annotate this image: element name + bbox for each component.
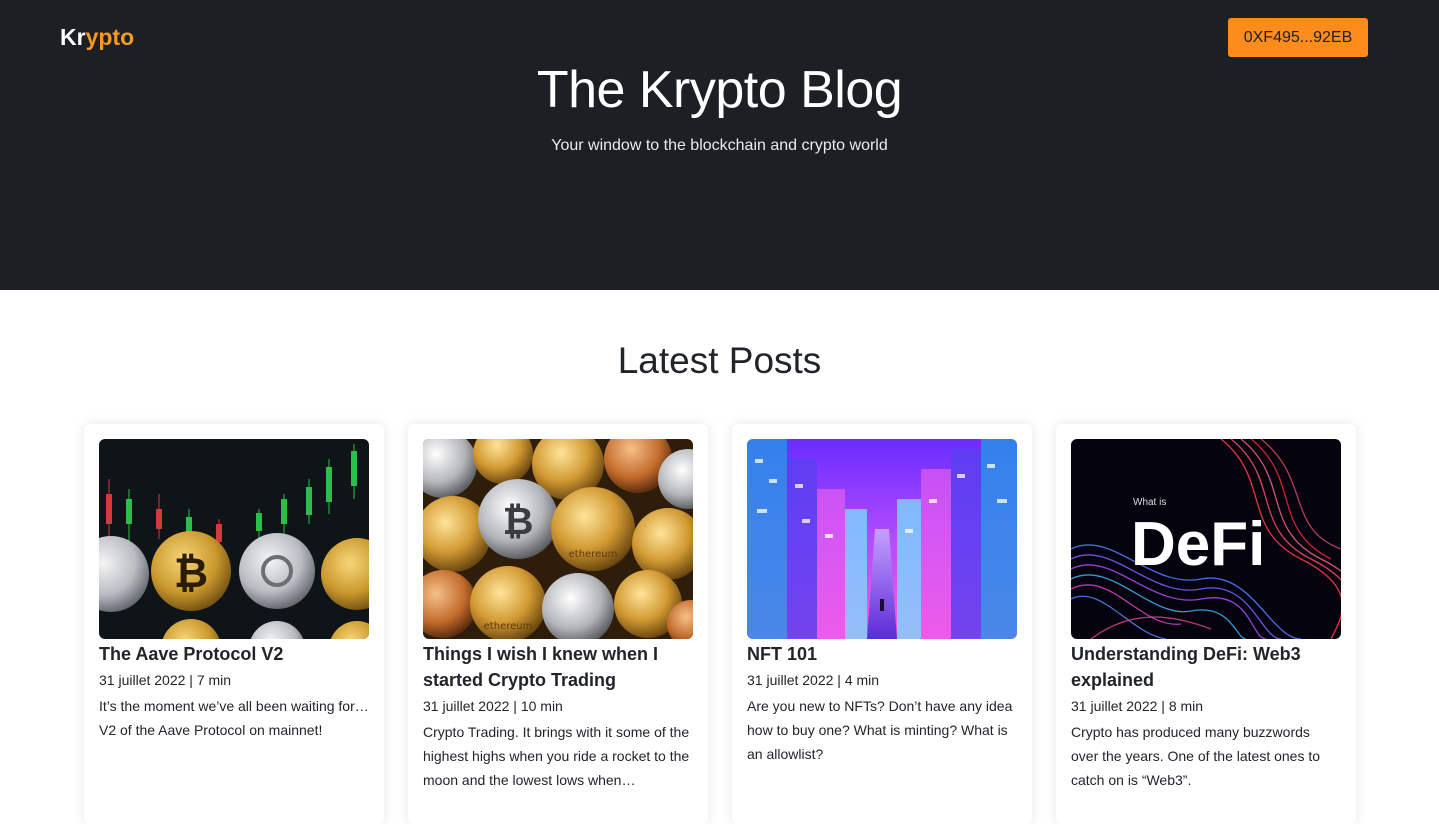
page-subtitle: Your window to the blockchain and crypto… — [551, 137, 888, 154]
post-card[interactable]: ₿ ethereum ethereum Things I wish I knew… — [408, 424, 708, 824]
page-title: The Krypto Blog — [536, 61, 903, 119]
post-date-readtime: 31 juillet 2022 | 10 min — [423, 698, 563, 714]
post-card[interactable]: ₿ The Aave Protocol V2 31 juillet 2022 |… — [84, 424, 384, 824]
logo-text-white: Kr — [60, 24, 86, 50]
post-excerpt: Crypto has produced many buzzwords over … — [1071, 724, 1321, 788]
ethereum-coin-label: ethereum — [569, 549, 618, 560]
posts-grid: ₿ The Aave Protocol V2 31 juillet 2022 |… — [84, 424, 1356, 824]
wallet-address-button[interactable]: 0XF495...92EB — [1228, 18, 1368, 57]
defi-image-small-text: What is — [1133, 497, 1166, 508]
post-card[interactable]: What is DeFi Understanding DeFi: Web3 ex… — [1056, 424, 1356, 824]
ethereum-coin-label-2: ethereum — [484, 621, 533, 632]
post-thumbnail-nft[interactable] — [747, 439, 1017, 639]
post-title[interactable]: Things I wish I knew when I started Cryp… — [423, 641, 693, 693]
post-title[interactable]: Understanding DeFi: Web3 explained — [1071, 641, 1341, 693]
site-logo[interactable]: Krypto — [60, 24, 134, 51]
crypto-coins-chart-image: ₿ — [99, 439, 369, 639]
post-excerpt: Crypto Trading. It brings with it some o… — [423, 724, 690, 788]
post-thumbnail-trading[interactable]: ₿ ethereum ethereum — [423, 439, 693, 639]
post-thumbnail-aave[interactable]: ₿ — [99, 439, 369, 639]
defi-image-big-text: DeFi — [1131, 510, 1265, 579]
post-date-readtime: 31 juillet 2022 | 4 min — [747, 672, 880, 688]
post-excerpt: It’s the moment we’ve all been waiting f… — [99, 698, 369, 738]
post-excerpt: Are you new to NFTs? Don’t have any idea… — [747, 698, 1013, 762]
hero-header: Krypto 0XF495...92EB The Krypto Blog You… — [0, 0, 1439, 290]
svg-text:₿: ₿ — [503, 499, 534, 543]
neon-city-image — [747, 439, 1017, 639]
coin-pile-image: ₿ ethereum ethereum — [423, 439, 693, 639]
defi-waves-image: What is DeFi — [1071, 439, 1341, 639]
post-thumbnail-defi[interactable]: What is DeFi — [1071, 439, 1341, 639]
post-date-readtime: 31 juillet 2022 | 7 min — [99, 672, 232, 688]
post-title[interactable]: NFT 101 — [747, 641, 1017, 667]
latest-posts-heading: Latest Posts — [617, 340, 822, 381]
post-card[interactable]: NFT 101 31 juillet 2022 | 4 min Are you … — [732, 424, 1032, 824]
svg-text:₿: ₿ — [174, 548, 208, 597]
logo-text-orange: ypto — [85, 24, 135, 50]
post-date-readtime: 31 juillet 2022 | 8 min — [1071, 698, 1204, 714]
post-title[interactable]: The Aave Protocol V2 — [99, 641, 369, 667]
